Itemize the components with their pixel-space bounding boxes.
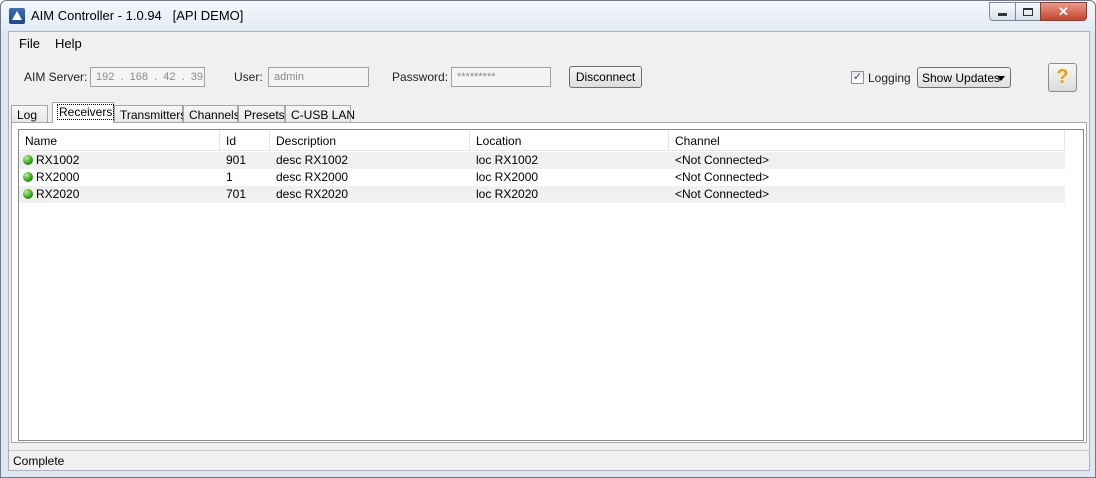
- cell-id: 701: [226, 187, 247, 201]
- client-area: File Help AIM Server: 192 . 168 . 42 . 3…: [8, 31, 1090, 471]
- minimize-icon: [998, 13, 1007, 16]
- help-button[interactable]: ?: [1048, 63, 1077, 92]
- table-row[interactable]: RX2000 1 desc RX2000 loc RX2000 <Not Con…: [19, 169, 1065, 186]
- show-updates-dropdown[interactable]: Show Updates: [917, 67, 1011, 88]
- tab-log[interactable]: Log: [11, 105, 48, 123]
- status-bar: Complete: [9, 450, 1089, 470]
- menu-file[interactable]: File: [19, 36, 40, 51]
- cell-location: loc RX2000: [476, 170, 539, 184]
- table-header: Name Id Description Location Channel: [19, 130, 1065, 151]
- cell-name: RX2000: [36, 170, 80, 184]
- help-question-icon: ?: [1056, 66, 1069, 88]
- maximize-icon: [1023, 7, 1033, 16]
- app-logo-icon: [9, 8, 25, 24]
- column-header-description[interactable]: Description: [270, 130, 470, 151]
- cell-id: 901: [226, 153, 247, 167]
- column-header-location[interactable]: Location: [470, 130, 669, 151]
- status-online-icon: [23, 189, 33, 199]
- table-row[interactable]: RX2020 701 desc RX2020 loc RX2020 <Not C…: [19, 186, 1065, 203]
- cell-description: desc RX2020: [276, 187, 349, 201]
- cell-name: RX2020: [36, 187, 80, 201]
- close-button[interactable]: ✕: [1040, 2, 1087, 21]
- logging-label: Logging: [868, 71, 911, 85]
- receivers-panel: Name Id Description Location Channel RX1…: [11, 122, 1087, 443]
- cell-channel: <Not Connected>: [675, 170, 770, 184]
- app-window: AIM Controller - 1.0.94 [API DEMO] ✕ Fil…: [0, 0, 1096, 478]
- chevron-down-icon: [997, 76, 1005, 81]
- column-header-channel[interactable]: Channel: [669, 130, 1065, 151]
- minimize-button[interactable]: [989, 2, 1016, 21]
- close-icon: ✕: [1058, 4, 1069, 19]
- maximize-button[interactable]: [1015, 2, 1041, 21]
- tab-receivers[interactable]: Receivers: [52, 102, 115, 123]
- server-label: AIM Server:: [24, 70, 88, 84]
- cell-location: loc RX2020: [476, 187, 539, 201]
- cell-name: RX1002: [36, 153, 80, 167]
- server-ip-field[interactable]: 192 . 168 . 42 . 39: [90, 67, 205, 87]
- cell-location: loc RX1002: [476, 153, 539, 167]
- logging-checkbox[interactable]: ✓: [851, 71, 864, 84]
- tab-transmitters[interactable]: Transmitters: [114, 105, 186, 123]
- column-header-id[interactable]: Id: [220, 130, 270, 151]
- tab-presets[interactable]: Presets: [238, 105, 285, 123]
- password-label: Password:: [392, 70, 449, 84]
- status-online-icon: [23, 172, 33, 182]
- status-text: Complete: [13, 454, 65, 468]
- status-online-icon: [23, 155, 33, 165]
- cell-description: desc RX2000: [276, 170, 349, 184]
- tab-channels[interactable]: Channels: [183, 105, 240, 123]
- column-header-name[interactable]: Name: [19, 130, 220, 151]
- password-field[interactable]: *********: [451, 67, 551, 87]
- user-label: User:: [234, 70, 263, 84]
- tab-c-usb-lan[interactable]: C-USB LAN: [285, 105, 355, 123]
- window-title: AIM Controller - 1.0.94 [API DEMO]: [31, 8, 244, 23]
- receivers-table: Name Id Description Location Channel RX1…: [18, 129, 1084, 441]
- cell-channel: <Not Connected>: [675, 153, 770, 167]
- table-row[interactable]: RX1002 901 desc RX1002 loc RX1002 <Not C…: [19, 152, 1065, 169]
- show-updates-value: Show Updates: [922, 71, 1001, 85]
- user-field[interactable]: admin: [268, 67, 369, 87]
- cell-description: desc RX1002: [276, 153, 349, 167]
- menu-help[interactable]: Help: [55, 36, 82, 51]
- menu-bar: File Help: [9, 32, 1089, 54]
- cell-channel: <Not Connected>: [675, 187, 770, 201]
- cell-id: 1: [226, 170, 233, 184]
- disconnect-button[interactable]: Disconnect: [569, 66, 642, 88]
- title-bar[interactable]: AIM Controller - 1.0.94 [API DEMO] ✕: [1, 1, 1095, 31]
